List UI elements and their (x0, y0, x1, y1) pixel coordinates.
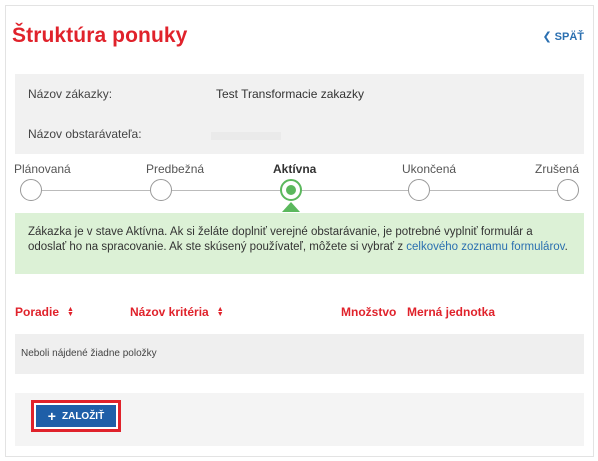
column-unit: Merná jednotka (407, 305, 496, 319)
create-button-inner: + ZALOŽIŤ (36, 405, 116, 427)
step-circle-planned (20, 179, 42, 201)
back-label: SPÄŤ (554, 30, 584, 43)
table-header: Poradie ▲ ▼ Názov kritéria ▲ ▼ Množstvo Me… (15, 305, 584, 325)
empty-message: Neboli nájdené žiadne položky (21, 348, 157, 359)
column-label: Názov kritéria (130, 305, 209, 319)
info-row-contracting-authority: Názov obstarávateľa: (15, 114, 584, 154)
forms-list-link[interactable]: celkového zoznamu formulárov (406, 241, 564, 253)
step-connector (430, 190, 557, 191)
empty-table-row: Neboli nájdené žiadne položky (15, 334, 584, 374)
create-button[interactable]: + ZALOŽIŤ (31, 400, 121, 432)
step-circle-preliminary (150, 179, 172, 201)
info-label: Názov zákazky: (28, 87, 113, 101)
step-circle-active (280, 179, 302, 201)
info-row-contract: Názov zákazky: Test Transformacie zakazk… (15, 74, 584, 116)
column-criterion-name[interactable]: Názov kritéria ▲ ▼ (130, 305, 224, 319)
info-label: Názov obstarávateľa: (28, 127, 142, 141)
back-link[interactable]: ❮ SPÄŤ (542, 30, 584, 44)
sort-icon: ▲ ▼ (216, 306, 224, 318)
create-button-label: ZALOŽIŤ (61, 410, 105, 422)
step-label-active: Aktívna (273, 162, 317, 176)
step-label-finished: Ukončená (402, 162, 457, 176)
status-alert: Zákazka je v stave Aktívna. Ak si želáte… (15, 213, 584, 274)
step-circle-finished (408, 179, 430, 201)
step-label-cancelled: Zrušená (535, 162, 580, 176)
actions-bar: + ZALOŽIŤ (15, 393, 584, 446)
step-circle-cancelled (557, 179, 579, 201)
redacted-value (211, 132, 281, 140)
step-label-preliminary: Predbežná (146, 162, 205, 176)
column-order[interactable]: Poradie ▲ ▼ (15, 305, 74, 319)
sort-icon: ▲ ▼ (67, 306, 74, 318)
page-title: Štruktúra ponuky (12, 24, 188, 47)
column-quantity: Množstvo (341, 305, 397, 319)
step-connector (42, 190, 150, 191)
chevron-left-icon: ❮ (542, 31, 552, 43)
info-value: Test Transformacie zakazky (216, 87, 365, 101)
plus-icon: + (47, 408, 56, 424)
step-connector (302, 190, 408, 191)
alert-end: . (564, 241, 568, 253)
column-label: Poradie (15, 305, 60, 319)
step-connector (172, 190, 280, 191)
step-label-planned: Plánovaná (14, 162, 71, 176)
active-step-pointer (282, 202, 300, 212)
